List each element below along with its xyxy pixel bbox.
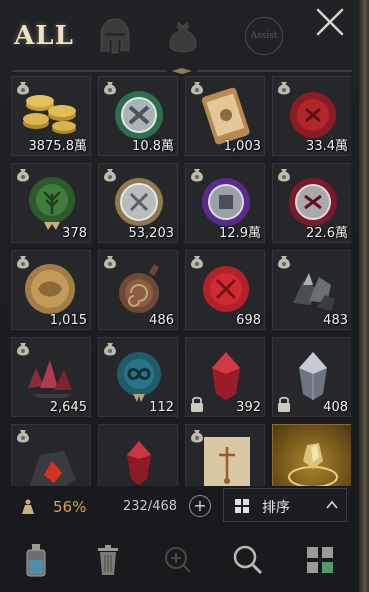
slot-infinity-seal[interactable]: 112 [98, 337, 178, 417]
slot-spiral-amulet[interactable]: 486 [98, 250, 178, 330]
item-quantity: 486 [149, 313, 174, 328]
slot-map-scroll[interactable] [185, 424, 265, 486]
bag-icon [104, 82, 116, 95]
bag-icon [104, 343, 116, 356]
item-quantity: 483 [323, 313, 348, 328]
inventory-panel: ALL Assist 3875.8萬 10.8萬 1,003 33.4萬 378… [0, 0, 369, 592]
bag-icon [17, 343, 29, 356]
slot-scroll-bundle[interactable]: 1,003 [185, 76, 265, 156]
inventory-status-bar: 56% 232/468 + 排序 [11, 488, 351, 526]
slot-purple-seal[interactable]: 12.9萬 [185, 163, 265, 243]
slot-gold-relic[interactable] [272, 424, 351, 486]
item-quantity: 408 [323, 400, 348, 415]
magnifier-icon [233, 545, 263, 575]
tab-equipment[interactable] [92, 14, 138, 58]
item-quantity: 33.4萬 [306, 139, 348, 154]
layout-button[interactable] [300, 540, 340, 580]
grid-icon [235, 499, 249, 513]
bottom-toolbar [0, 526, 360, 592]
item-quantity: 53,203 [128, 226, 175, 241]
item-quantity: 12.9萬 [219, 226, 261, 241]
bag-icon [104, 256, 116, 269]
bag-icon [104, 169, 116, 182]
pouch-icon [169, 22, 197, 53]
weight-icon [22, 499, 34, 514]
item-quantity: 392 [236, 400, 261, 415]
tab-assist[interactable]: Assist [234, 14, 294, 58]
close-button[interactable] [314, 6, 346, 38]
sort-dropdown[interactable]: 排序 [223, 488, 347, 522]
frame-edge [359, 0, 369, 592]
item-quantity: 2,645 [49, 400, 87, 415]
item-quantity: 22.6萬 [306, 226, 348, 241]
slot-red-gem-small[interactable] [98, 424, 178, 486]
bag-icon [191, 82, 203, 95]
item-quantity: 1,015 [49, 313, 87, 328]
item-quantity: 112 [149, 400, 174, 415]
tab-divider [12, 68, 352, 74]
item-quantity: 698 [236, 313, 261, 328]
tab-all[interactable]: ALL [14, 14, 73, 58]
gem-icon [127, 441, 151, 485]
bag-icon [191, 430, 203, 443]
sort-label: 排序 [262, 500, 290, 516]
item-quantity: 3875.8萬 [28, 139, 88, 154]
slot-red-sword-seal[interactable]: 698 [185, 250, 265, 330]
chevron-up-icon [326, 500, 338, 509]
layout-icon [307, 547, 333, 573]
weight-percent: 56% [53, 498, 87, 516]
close-icon [316, 8, 344, 36]
add-button[interactable] [158, 540, 198, 580]
bag-icon [17, 430, 29, 443]
lock-icon [191, 396, 203, 412]
potion-button[interactable] [16, 540, 56, 580]
slot-crimson-seal[interactable]: 22.6萬 [272, 163, 351, 243]
slot-bronze-medal[interactable]: 1,015 [11, 250, 91, 330]
bag-icon [278, 169, 290, 182]
slot-gold-coins[interactable]: 3875.8萬 [11, 76, 91, 156]
potion-icon [26, 544, 46, 577]
bag-icon [17, 169, 29, 182]
item-quantity: 1,003 [223, 139, 261, 154]
bag-icon [191, 256, 203, 269]
item-quantity: 10.8萬 [132, 139, 174, 154]
slot-molten-ore[interactable] [11, 424, 91, 486]
bag-icon [278, 82, 290, 95]
slot-silver-gem[interactable]: 408 [272, 337, 351, 417]
slot-red-wax-seal[interactable]: 33.4萬 [272, 76, 351, 156]
tab-materials[interactable] [160, 14, 206, 58]
trash-button[interactable] [88, 540, 128, 580]
inventory-grid: 3875.8萬 10.8萬 1,003 33.4萬 378 53,203 12.… [11, 76, 351, 486]
item-quantity: 378 [62, 226, 87, 241]
add-icon [165, 547, 191, 573]
relic-icon [288, 443, 338, 486]
slot-dark-ore[interactable]: 483 [272, 250, 351, 330]
lock-icon [278, 396, 290, 412]
helmet-icon [100, 18, 130, 54]
slot-silver-seal[interactable]: 53,203 [98, 163, 178, 243]
category-tabs: ALL Assist [0, 0, 360, 70]
inventory-capacity: 232/468 [123, 499, 178, 514]
search-button[interactable] [228, 540, 268, 580]
bag-icon [17, 82, 29, 95]
trash-icon [98, 545, 118, 575]
slot-green-silver-seal[interactable]: 10.8萬 [98, 76, 178, 156]
bag-icon [278, 256, 290, 269]
expand-capacity-button[interactable]: + [189, 495, 211, 517]
slot-red-crystals[interactable]: 2,645 [11, 337, 91, 417]
assist-label: Assist [245, 17, 283, 55]
bag-icon [17, 256, 29, 269]
bag-icon [191, 169, 203, 182]
slot-green-tree-seal[interactable]: 378 [11, 163, 91, 243]
slot-red-gem[interactable]: 392 [185, 337, 265, 417]
